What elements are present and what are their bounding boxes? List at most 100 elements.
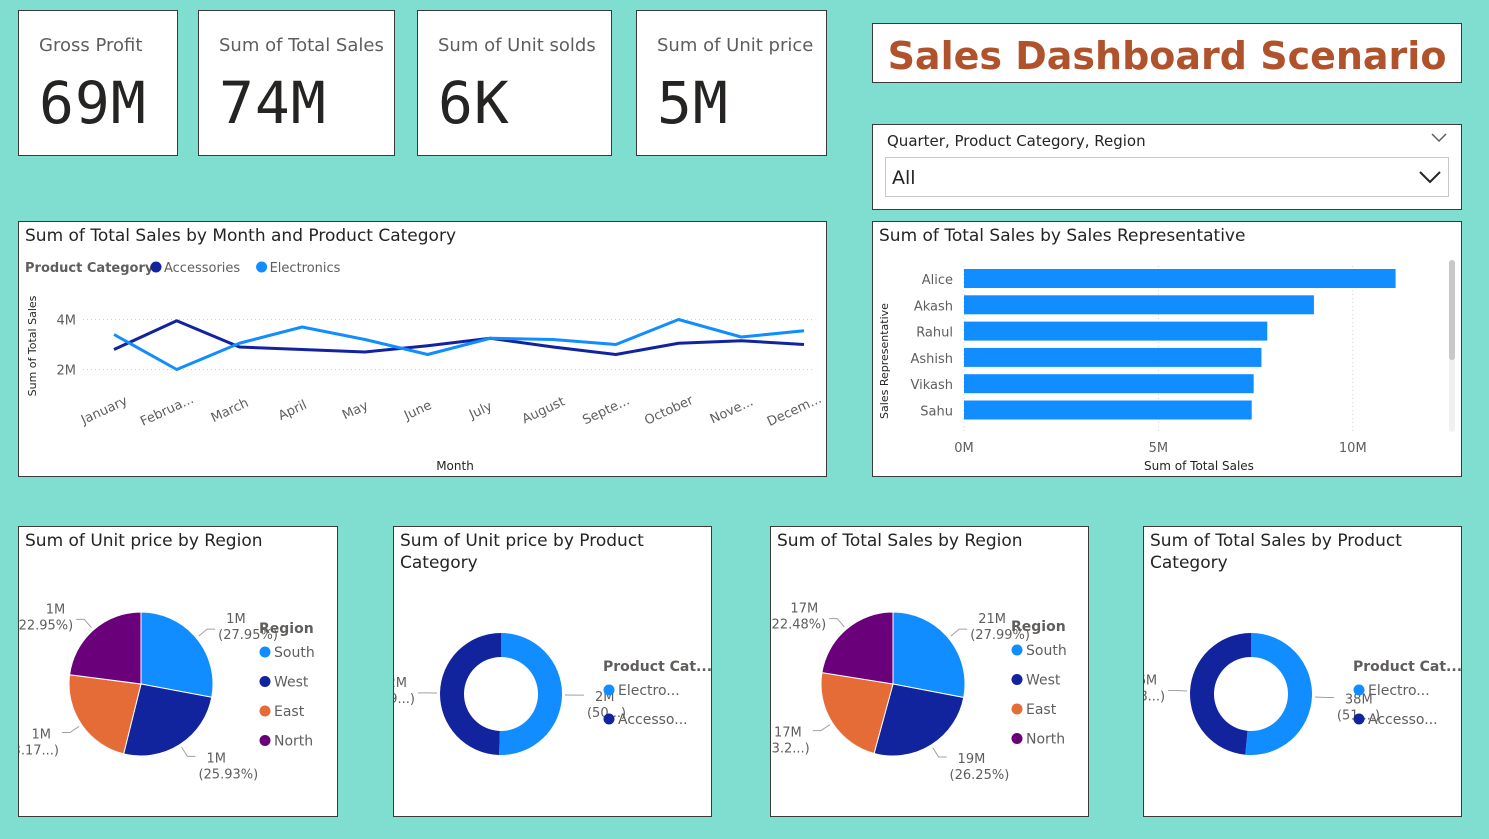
data-label-value: 1M [226, 612, 246, 627]
data-label-value: 36M [1144, 673, 1157, 688]
x-tick-label: Februa... [138, 392, 196, 430]
x-tick-label: October [642, 393, 696, 429]
bar [964, 347, 1262, 367]
data-label-percent: (22.95%) [19, 618, 73, 633]
donut-chart: 2M(50...)2M(49...)Product Cat...Electro.… [394, 633, 711, 755]
y-tick-label: Vikash [911, 378, 954, 393]
legend-marker [1011, 703, 1023, 715]
legend-marker [603, 713, 615, 725]
pie-slice [69, 611, 142, 685]
legend-title: Region [259, 621, 314, 637]
legend-label: Electronics [270, 261, 341, 276]
slicer-selected-value: All [892, 167, 916, 189]
data-label-percent: (26.25%) [950, 768, 1010, 783]
chevron-down-icon[interactable] [1431, 131, 1447, 147]
y-tick-label: 2M [57, 364, 77, 379]
y-tick-label: Ashish [910, 352, 953, 367]
legend-marker [259, 676, 271, 687]
filter-slicer[interactable]: Quarter, Product Category, Region All [872, 124, 1462, 210]
kpi-label: Gross Profit [39, 35, 143, 56]
bar [964, 295, 1314, 315]
kpi-value: 5M [657, 69, 729, 137]
leader-line [829, 618, 845, 628]
legend-label: North [274, 734, 313, 750]
pie-slice [1190, 633, 1251, 755]
y-tick-label: 4M [57, 314, 77, 329]
data-label-value: 17M [790, 602, 818, 617]
leader-line [812, 724, 831, 732]
legend-marker [150, 261, 162, 273]
pie-card-total-sales-region: Sum of Total Sales by Region 21M (27.99%)… [770, 526, 1089, 817]
data-label-value: 1M [31, 727, 51, 742]
data-label-percent: (22.48%) [771, 618, 826, 633]
x-tick-label: January [78, 393, 130, 428]
x-tick-label: 5M [1149, 441, 1169, 456]
y-axis-label: Sum of Total Sales [26, 295, 39, 396]
legend-title: Product Category [25, 261, 154, 276]
x-tick-label: June [401, 398, 434, 424]
leader-line [198, 628, 216, 637]
data-label-value: 17M [774, 726, 802, 741]
legend-label: East [274, 704, 305, 720]
slicer-dropdown[interactable]: All [885, 157, 1449, 197]
kpi-card-unit-price: Sum of Unit price 5M [636, 10, 827, 156]
legend-marker [1353, 684, 1365, 696]
pie-slice [499, 633, 563, 755]
pie-slice [821, 611, 894, 685]
kpi-card-total-sales: Sum of Total Sales 74M [198, 10, 395, 156]
pie-slice [892, 611, 966, 699]
legend-marker [259, 705, 271, 717]
legend-label: Accesso... [1368, 712, 1438, 728]
data-label-value: 1M [46, 602, 66, 617]
x-tick-label: 10M [1339, 441, 1367, 456]
kpi-label: Sum of Total Sales [219, 35, 384, 56]
legend-marker [603, 684, 615, 696]
pie-slice [140, 611, 214, 698]
leader-line [76, 618, 92, 628]
kpi-value: 6K [438, 69, 510, 137]
x-tick-label: Decem... [765, 392, 824, 430]
legend-marker [259, 735, 271, 746]
legend-label: East [1026, 702, 1057, 718]
x-axis-label: Month [436, 459, 474, 473]
legend-marker [1011, 733, 1023, 744]
legend-title: Product Cat... [603, 659, 711, 675]
x-axis-label: Sum of Total Sales [1144, 459, 1254, 473]
data-label-value: 19M [958, 752, 986, 767]
x-tick-label: July [466, 399, 495, 423]
legend-title: Region [1011, 619, 1066, 635]
data-label-percent: (23.2...) [771, 742, 810, 757]
x-tick-label: August [520, 394, 568, 427]
donut-card-unit-price-category: Sum of Unit price by Product Category 2M… [393, 526, 712, 817]
dashboard-title-box: Sales Dashboard Scenario [872, 23, 1462, 83]
legend-label: Electro... [1368, 683, 1430, 699]
data-label-value: 2M [394, 676, 407, 691]
pie-card-unit-price-region: Sum of Unit price by Region 1M (27.95%) 1M… [18, 526, 338, 817]
dropdown-chevron-icon[interactable] [1418, 162, 1442, 195]
y-tick-label: Akash [914, 299, 953, 314]
line-chart-card: Sum of Total Sales by Month and Product … [18, 221, 827, 477]
dashboard-title: Sales Dashboard Scenario [887, 34, 1447, 78]
legend-label: Accesso... [618, 712, 688, 728]
legend-label: West [274, 675, 309, 691]
pie-slice [440, 633, 501, 755]
kpi-card-gross-profit: Gross Profit 69M [18, 10, 178, 156]
slicer-label: Quarter, Product Category, Region [887, 132, 1146, 150]
bar [964, 269, 1396, 288]
x-tick-label: 0M [954, 441, 974, 456]
leader-line [181, 746, 196, 757]
data-label-percent: (48...) [1144, 689, 1165, 704]
bar [964, 321, 1268, 341]
donut-card-total-sales-category: Sum of Total Sales by Product Category 3… [1143, 526, 1462, 817]
legend-marker [1011, 674, 1023, 685]
scrollbar-thumb [1449, 260, 1455, 360]
bar-chart-card: Sum of Total Sales by Sales Representati… [872, 221, 1462, 477]
data-label-percent: (25.93%) [198, 767, 258, 782]
leader-line [1168, 689, 1188, 692]
y-tick-label: Rahul [916, 326, 953, 341]
legend-label: South [1026, 643, 1067, 659]
leader-line [1314, 696, 1334, 699]
legend-marker [259, 646, 271, 658]
kpi-value: 69M [39, 69, 147, 137]
legend-marker [256, 261, 268, 273]
